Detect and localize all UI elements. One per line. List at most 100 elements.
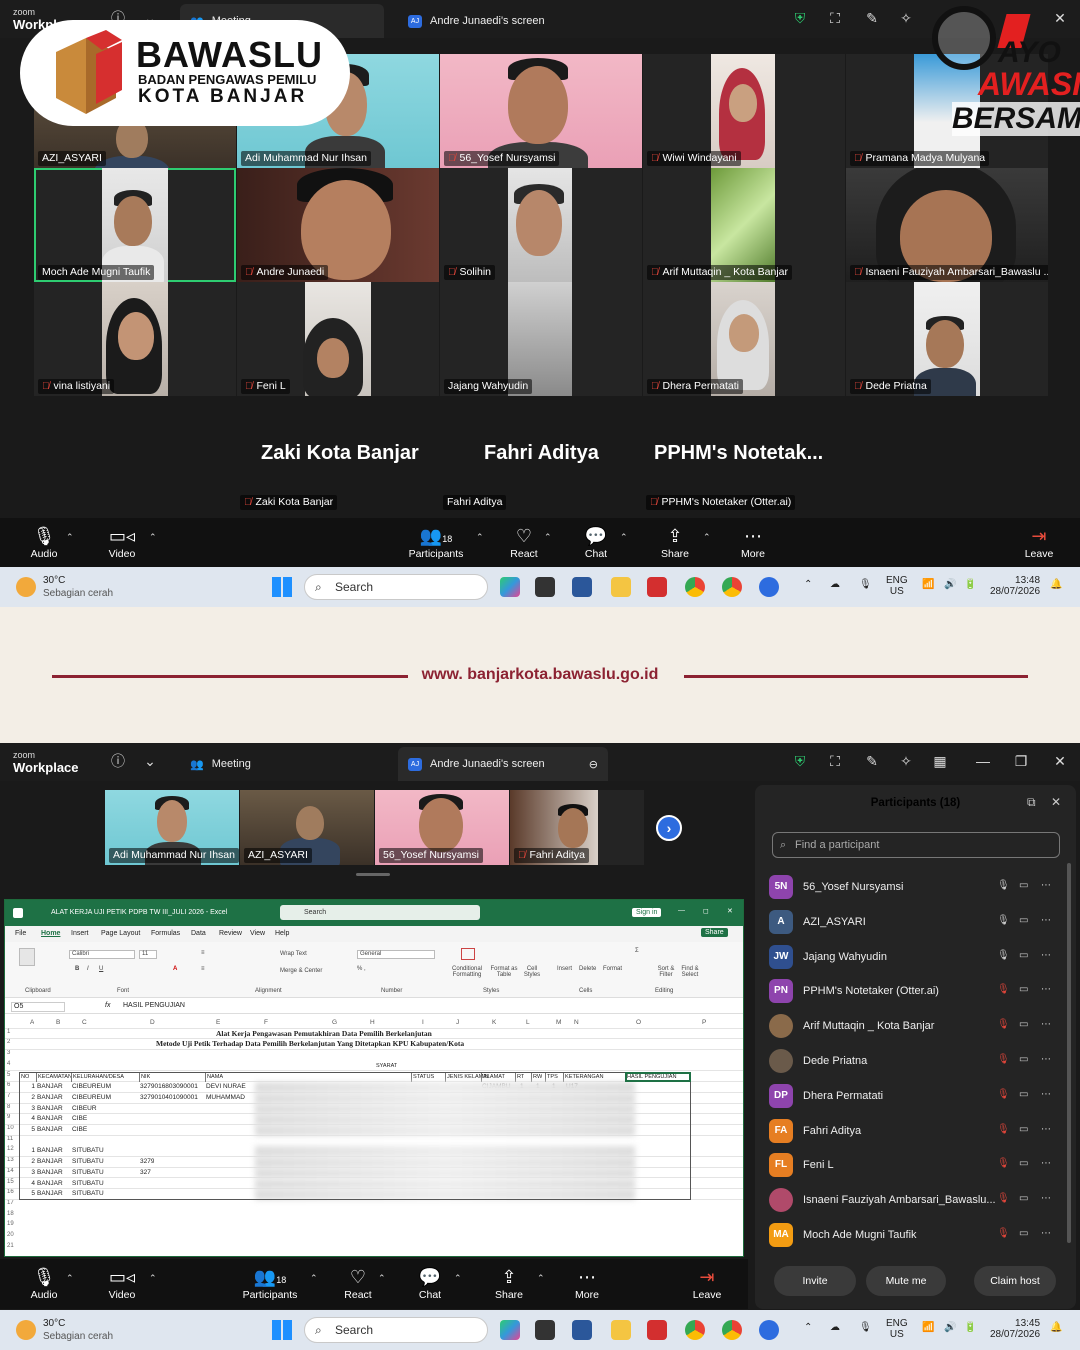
mic-muted-icon[interactable]: 🎙 <box>997 1089 1010 1100</box>
info-icon[interactable]: ⓘ <box>108 751 128 771</box>
word-app-icon[interactable] <box>572 577 592 597</box>
participants-options-caret[interactable]: ⌃ <box>310 1273 318 1284</box>
share-button[interactable]: ⇪ Share <box>658 524 692 560</box>
selected-cell[interactable] <box>625 1071 691 1083</box>
camera-off-icon[interactable]: ▭ <box>1019 1158 1028 1169</box>
taskbar-search[interactable]: ⌕ Search <box>304 574 488 600</box>
filmstrip-tile[interactable]: 56_Yosef Nursyamsi <box>375 790 509 865</box>
font-name-select[interactable]: Calibri <box>69 950 135 959</box>
panel-scrollbar[interactable] <box>1067 863 1071 1243</box>
popout-icon[interactable]: ⧉ <box>1027 795 1036 810</box>
leave-button[interactable]: ⇥ Leave <box>1022 524 1056 560</box>
file-explorer-icon[interactable] <box>611 577 631 597</box>
more-options-icon[interactable]: ⋯ <box>1041 1193 1051 1204</box>
invite-button[interactable]: Invite <box>774 1266 856 1296</box>
column-header[interactable]: N <box>573 1018 579 1029</box>
more-options-icon[interactable]: ⋯ <box>1041 1124 1051 1135</box>
video-button[interactable]: ▭◃ Video <box>106 524 138 560</box>
weather-icon[interactable] <box>16 577 36 597</box>
close-icon[interactable]: ✕ <box>1050 751 1070 771</box>
zoom-app-icon[interactable] <box>759 1320 779 1340</box>
row-number[interactable]: 19 <box>7 1221 14 1227</box>
share-options-caret[interactable]: ⌃ <box>703 532 711 543</box>
video-tile-active-speaker[interactable]: Moch Ade Mugni Taufik <box>34 168 236 282</box>
fullscreen-icon[interactable]: ⛶ <box>825 751 845 771</box>
mic-muted-icon[interactable]: 🎙 <box>997 1054 1010 1065</box>
more-options-icon[interactable]: ⋯ <box>1041 1089 1051 1100</box>
merge-center-button[interactable]: Merge & Center <box>280 968 322 974</box>
video-tile-no-video[interactable]: Fahri Aditya Fahri Aditya <box>439 398 641 512</box>
sparkle-icon[interactable]: ✧ <box>896 751 916 771</box>
video-tile[interactable]: 🎙̸ Solihin <box>440 168 642 282</box>
column-header[interactable]: I <box>421 1018 424 1029</box>
participant-row[interactable]: FA Fahri Aditya 🎙 ▭ ⋯ <box>769 1117 1064 1145</box>
sheet-subtitle-row[interactable]: Metode Uji Petik Terhadap Data Pemilih B… <box>5 1039 743 1051</box>
mic-tray-icon[interactable]: 🎙 <box>859 579 872 590</box>
excel-search-box[interactable]: Search <box>280 905 480 920</box>
row-number[interactable]: 18 <box>7 1211 14 1217</box>
column-header[interactable]: E <box>215 1018 220 1029</box>
more-options-icon[interactable]: ⋯ <box>1041 1228 1051 1239</box>
filmstrip-tile[interactable]: 🎙̸ Fahri Aditya <box>510 790 644 865</box>
sheet-title-row[interactable]: Alat Kerja Pengawasan Pemutakhiran Data … <box>5 1029 743 1040</box>
language-indicator[interactable]: ENG US <box>886 575 908 597</box>
column-header[interactable]: K <box>491 1018 496 1029</box>
column-header[interactable]: G <box>331 1018 337 1029</box>
mic-muted-icon[interactable]: 🎙 <box>997 1228 1010 1239</box>
percent-icon[interactable]: % , <box>357 966 366 972</box>
row-number[interactable]: 21 <box>7 1243 14 1249</box>
find-select-button[interactable]: Find & Select <box>679 966 701 978</box>
video-tile[interactable]: 🎙̸ Arif Muttaqin _ Kota Banjar <box>643 168 845 282</box>
menu-data[interactable]: Data <box>191 930 206 937</box>
cell[interactable]: Metode Uji Petik Terhadap Data Pemilih B… <box>155 1039 464 1050</box>
video-tile[interactable]: 🎙̸ Feni L <box>237 282 439 396</box>
video-tile-no-video[interactable]: PPHM's Notetak... 🎙̸ PPHM's Notetaker (Ot… <box>642 398 844 512</box>
wrap-text-button[interactable]: Wrap Text <box>280 951 307 957</box>
copilot-app-icon[interactable] <box>500 577 520 597</box>
weather-icon[interactable] <box>16 1320 36 1340</box>
chrome-icon[interactable] <box>685 1320 705 1340</box>
chat-options-caret[interactable]: ⌃ <box>454 1273 462 1284</box>
syarat-row[interactable]: SYARAT <box>5 1061 743 1072</box>
participant-row[interactable]: FL Feni L 🎙 ▭ ⋯ <box>769 1151 1064 1179</box>
leave-button[interactable]: ⇥ Leave <box>690 1265 724 1301</box>
column-header[interactable]: J <box>455 1018 459 1029</box>
camera-off-icon[interactable]: ▭ <box>1019 950 1028 961</box>
claim-host-button[interactable]: Claim host <box>974 1266 1056 1296</box>
mic-muted-icon[interactable]: 🎙 <box>997 1158 1010 1169</box>
menu-review[interactable]: Review <box>219 930 242 937</box>
camera-off-icon[interactable]: ▭ <box>1019 915 1028 926</box>
format-as-table-button[interactable]: Format as Table <box>489 966 519 978</box>
participants-button[interactable]: 👥18 Participants <box>404 524 468 560</box>
camera-off-icon[interactable]: ▭ <box>1019 1193 1028 1204</box>
task-view-icon[interactable] <box>535 577 555 597</box>
clock[interactable]: 13:48 28/07/2026 <box>990 575 1040 597</box>
menu-file[interactable]: File <box>15 930 26 937</box>
more-options-icon[interactable]: ⋯ <box>1041 1054 1051 1065</box>
fullscreen-icon[interactable]: ⛶ <box>825 8 845 28</box>
minimize-icon[interactable]: — <box>973 751 993 771</box>
tray-chevron-icon[interactable]: ⌃ <box>804 579 812 590</box>
react-options-caret[interactable]: ⌃ <box>378 1273 386 1284</box>
onedrive-icon[interactable]: ☁ <box>830 1322 840 1333</box>
copilot-app-icon[interactable] <box>500 1320 520 1340</box>
name-box[interactable]: O5 <box>11 1002 65 1012</box>
zoom-app-icon[interactable] <box>759 577 779 597</box>
row-number[interactable]: 3 <box>7 1050 10 1056</box>
excel-close-icon[interactable]: ✕ <box>727 907 733 915</box>
annotate-icon[interactable]: ✎ <box>862 751 882 771</box>
column-header[interactable]: O <box>635 1018 641 1029</box>
italic-button[interactable]: I <box>87 966 89 972</box>
video-tile[interactable]: 🎙̸ Dede Priatna <box>846 282 1048 396</box>
tab-screen[interactable]: AJ Andre Junaedi's screen ⊖ <box>398 747 608 781</box>
more-options-icon[interactable]: ⋯ <box>1041 1019 1051 1030</box>
column-header[interactable]: D <box>149 1018 155 1029</box>
excel-share-button[interactable]: Share <box>701 928 728 937</box>
windows-start-icon[interactable] <box>272 577 292 597</box>
menu-view[interactable]: View <box>250 930 265 937</box>
resize-handle[interactable] <box>356 873 390 876</box>
participant-row[interactable]: Isnaeni Fauziyah Ambarsari_Bawaslu... 🎙 ▭ ⋯ <box>769 1186 1064 1214</box>
camera-off-icon[interactable]: ▭ <box>1019 880 1028 891</box>
participant-row[interactable]: DP Dhera Permatati 🎙 ▭ ⋯ <box>769 1082 1064 1110</box>
format-cells-button[interactable]: Format <box>603 966 622 972</box>
